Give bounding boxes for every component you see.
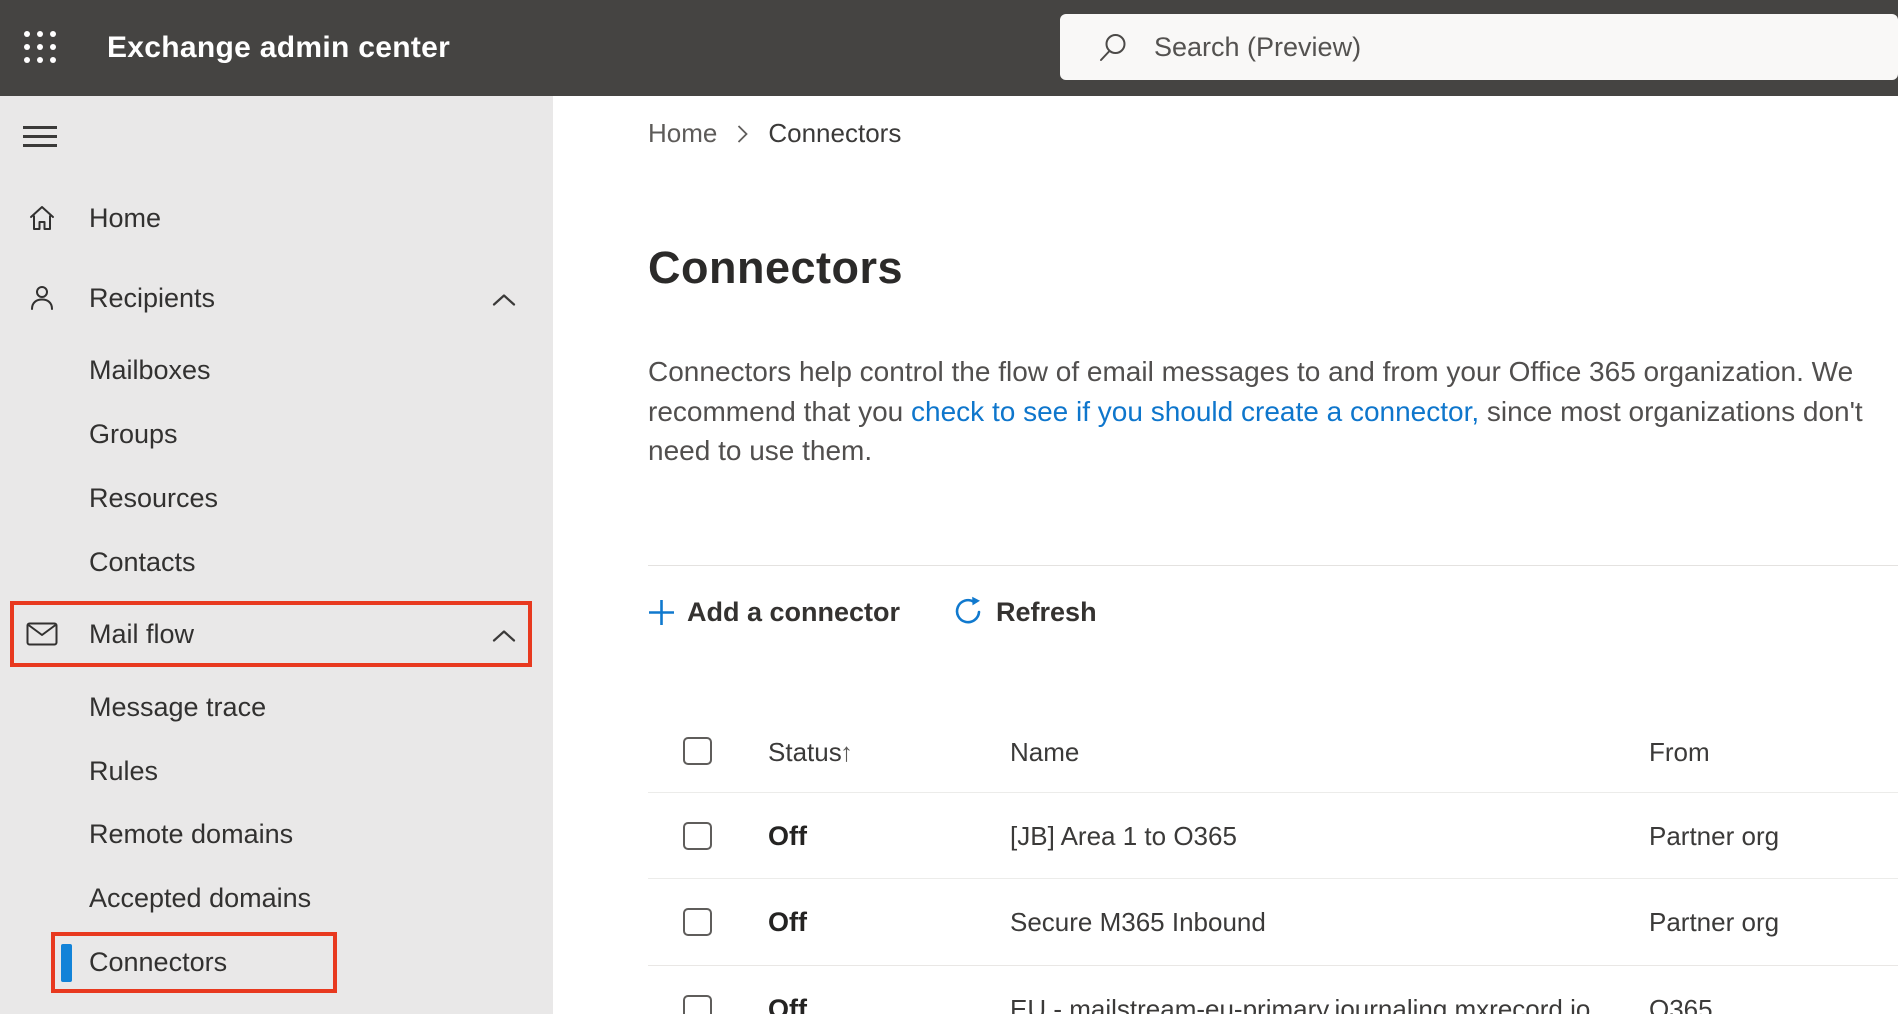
select-all-checkbox[interactable] [683, 737, 712, 765]
row-name: EU - mailstream-eu-primary.journaling.mx… [1010, 994, 1591, 1014]
sidebar-item-label: Resources [89, 483, 219, 513]
sidebar-item-rules[interactable]: Rules [0, 739, 553, 803]
sidebar-item-label: Recipients [89, 283, 216, 313]
column-header-status[interactable]: Status [768, 724, 842, 780]
breadcrumb: Home Connectors [648, 111, 901, 155]
home-icon [26, 202, 58, 234]
plus-icon [649, 599, 674, 625]
add-connector-label: Add a connector [687, 596, 901, 627]
sidebar-item-label: Mail flow [89, 619, 195, 649]
sidebar-item-groups[interactable]: Groups [0, 402, 553, 466]
sidebar-item-label: Message trace [89, 692, 267, 722]
toolbar-top-divider [648, 565, 1898, 566]
sidebar-item-label: Groups [89, 419, 178, 449]
row-status: Off [768, 907, 807, 937]
row-from: Partner org [1649, 821, 1780, 851]
person-icon [26, 282, 58, 314]
sidebar-item-home[interactable]: Home [0, 186, 553, 250]
breadcrumb-home-link[interactable]: Home [648, 118, 717, 149]
sort-ascending-icon: ↑ [840, 737, 853, 767]
sidebar-item-contacts[interactable]: Contacts [0, 530, 553, 594]
toolbar: Add a connector Refresh [648, 585, 1097, 639]
app-launcher-waffle-icon[interactable] [24, 31, 58, 65]
intro-text: Connectors help control the flow of emai… [648, 352, 1893, 471]
table-row[interactable]: Off Secure M365 Inbound Partner org [648, 878, 1898, 964]
sidebar-item-label: Home [89, 203, 162, 233]
sidebar-item-label: Mailboxes [89, 355, 211, 385]
breadcrumb-chevron-icon [738, 125, 749, 143]
row-checkbox[interactable] [683, 995, 712, 1014]
main-content: Home Connectors Connectors Connectors he… [553, 96, 1898, 1014]
sidebar-item-mail-flow[interactable]: Mail flow [0, 602, 553, 666]
refresh-icon [955, 596, 981, 624]
sidebar-item-label: Contacts [89, 547, 196, 577]
exchange-admin-center-app: Exchange admin center Home [0, 0, 1898, 1014]
row-from: O365 [1649, 994, 1713, 1014]
sidebar-nav: Home Recipients Mailboxes Groups Resourc… [0, 96, 553, 1014]
app-title: Exchange admin center [107, 31, 451, 64]
table-row[interactable]: Off EU - mailstream-eu-primary.journalin… [648, 965, 1898, 1014]
mail-icon [26, 618, 58, 650]
column-header-from[interactable]: From [1649, 724, 1710, 780]
hamburger-menu-icon[interactable] [23, 126, 57, 147]
sidebar-item-mailboxes[interactable]: Mailboxes [0, 338, 553, 402]
refresh-button[interactable]: Refresh [952, 596, 1097, 628]
add-connector-button[interactable]: Add a connector [648, 597, 900, 628]
search-box[interactable] [1060, 14, 1898, 80]
sidebar-item-label: Rules [89, 756, 159, 786]
sidebar-item-message-trace[interactable]: Message trace [0, 675, 553, 739]
row-status: Off [768, 994, 807, 1014]
chevron-up-icon [492, 619, 516, 650]
column-header-name[interactable]: Name [1010, 724, 1079, 780]
sidebar-item-label: Accepted domains [89, 883, 312, 913]
row-checkbox[interactable] [683, 908, 712, 936]
sidebar-item-connectors[interactable]: Connectors [0, 930, 553, 994]
page-title: Connectors [648, 242, 904, 293]
selected-item-indicator [61, 944, 72, 982]
sidebar-item-remote-domains[interactable]: Remote domains [0, 802, 553, 866]
chevron-up-icon [492, 283, 516, 314]
create-connector-check-link[interactable]: check to see if you should create a conn… [911, 396, 1479, 427]
breadcrumb-current: Connectors [768, 117, 902, 148]
topbar: Exchange admin center [0, 0, 1898, 96]
row-checkbox[interactable] [683, 822, 712, 850]
row-status: Off [768, 821, 807, 851]
search-icon [1100, 34, 1126, 61]
sidebar-item-label: Remote domains [89, 819, 294, 849]
table-row[interactable]: Off [JB] Area 1 to O365 Partner org [648, 792, 1898, 878]
sidebar-item-recipients[interactable]: Recipients [0, 266, 553, 330]
sidebar-item-label: Connectors [89, 947, 228, 977]
row-name: Secure M365 Inbound [1010, 907, 1266, 937]
row-name: [JB] Area 1 to O365 [1010, 821, 1237, 851]
sidebar-item-accepted-domains[interactable]: Accepted domains [0, 866, 553, 930]
search-input[interactable] [1154, 14, 1898, 80]
sidebar-item-resources[interactable]: Resources [0, 466, 553, 530]
refresh-label: Refresh [996, 596, 1097, 627]
row-from: Partner org [1649, 907, 1780, 937]
